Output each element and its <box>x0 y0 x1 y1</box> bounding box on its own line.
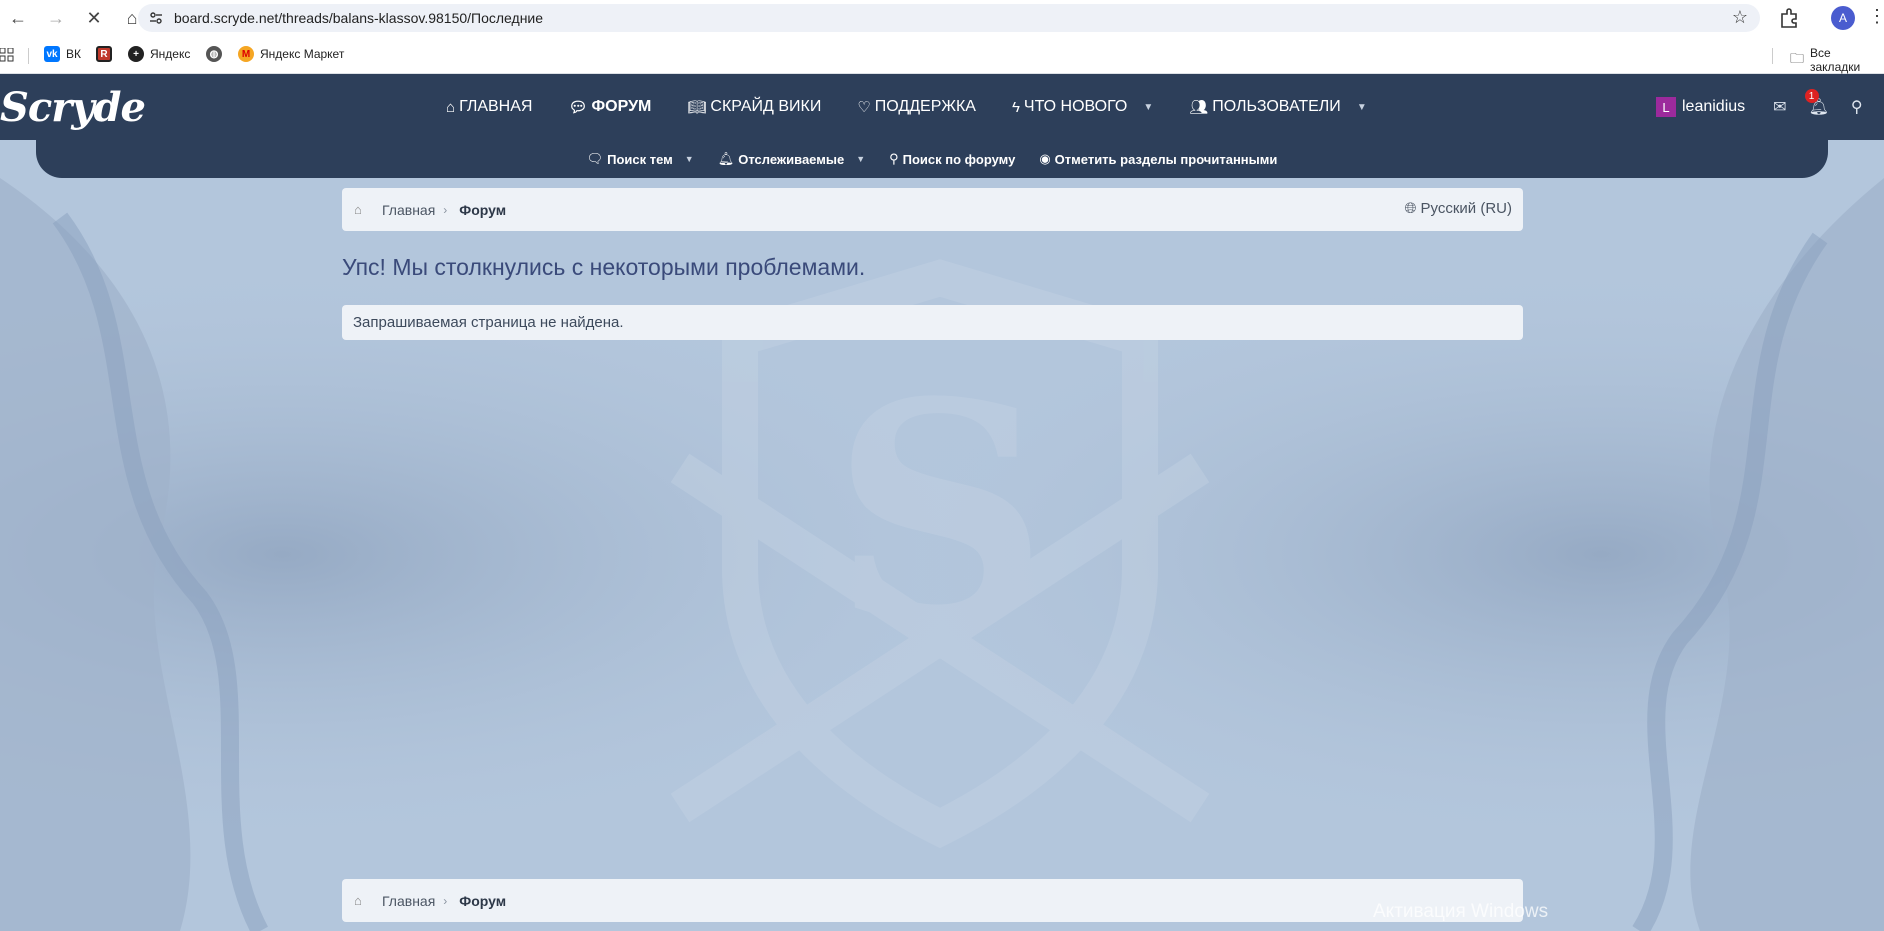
speech-icon: 🗨︎ <box>586 151 604 166</box>
extensions-icon[interactable] <box>1778 7 1800 29</box>
notification-badge: 1 <box>1804 89 1819 103</box>
apps-grid-icon[interactable] <box>0 48 14 62</box>
subnav-label: Отслеживаемые <box>738 151 845 167</box>
nav-support[interactable]: ♡ ПОДДЕРЖКА <box>857 98 976 116</box>
book-icon: 📖︎ <box>687 99 707 116</box>
nav-label: ПОЛЬЗОВАТЕЛИ <box>1212 98 1341 115</box>
background-illustration: S <box>0 178 1884 931</box>
bookmarks-bar: vk ВК R + Яндекс ◍ M Яндекс Маркет 🗀 Все… <box>0 36 1884 74</box>
address-bar[interactable]: board.scryde.net/threads/balans-klassov.… <box>138 4 1760 32</box>
site-header: Scryde ⌂ ГЛАВНАЯ 💬︎ ФОРУМ 📖︎ СКРАЙД ВИКИ ♡ П… <box>0 74 1884 140</box>
all-bookmarks-label: Все закладки <box>1810 46 1861 74</box>
error-message: Запрашиваемая страница не найдена. <box>342 305 1523 340</box>
yandex-market-icon: M <box>238 46 254 62</box>
users-icon: 👥︎ <box>1189 99 1209 116</box>
nav-label: ПОДДЕРЖКА <box>874 98 976 115</box>
home-icon[interactable]: ⌂ <box>354 893 370 908</box>
heart-icon: ♡ <box>857 99 871 116</box>
bookmark-globe[interactable]: ◍ <box>206 46 228 62</box>
nav-users[interactable]: 👥︎ ПОЛЬЗОВАТЕЛИ ▼ <box>1189 98 1366 116</box>
forward-icon[interactable]: → <box>38 0 74 36</box>
globe-icon: ◍ <box>206 46 222 62</box>
bookmark-yandex-market[interactable]: M Яндекс Маркет <box>238 46 344 62</box>
bookmark-label: Яндекс Маркет <box>260 47 345 61</box>
subnav-label: Отметить разделы прочитанными <box>1054 151 1278 167</box>
stop-icon[interactable]: ✕ <box>76 0 112 36</box>
breadcrumb-forum[interactable]: Форум <box>459 893 506 909</box>
home-icon[interactable]: ⌂ <box>354 202 370 217</box>
breadcrumb-bottom: ⌂ Главная › Форум <box>342 879 1523 922</box>
subnav-search-threads[interactable]: 🗨︎ Поиск тем ▼ <box>587 151 694 167</box>
sub-nav: 🗨︎ Поиск тем ▼ 🔔︎ Отслеживаемые ▼ ⚲ Поиск по … <box>36 140 1828 178</box>
chevron-down-icon[interactable]: ▼ <box>1143 102 1153 113</box>
bell-icon[interactable]: 🔔︎ 1 <box>1804 89 1829 117</box>
nav-label: ГЛАВНАЯ <box>459 98 533 115</box>
breadcrumb: ⌂ Главная › Форум 🌐︎ Русский (RU) <box>342 188 1523 231</box>
all-bookmarks[interactable]: 🗀 Все закладки <box>1790 46 1884 74</box>
language-label: Русский (RU) <box>1420 200 1512 217</box>
subnav-label: Поиск по форуму <box>902 151 1016 167</box>
bookmark-star-icon[interactable]: ☆ <box>1732 7 1748 28</box>
folder-icon: 🗀 <box>1790 50 1804 66</box>
chat-icon: 💬︎ <box>568 99 588 116</box>
subnav-watched[interactable]: 🔔︎ Отслеживаемые ▼ <box>718 151 865 167</box>
breadcrumb-forum[interactable]: Форум <box>459 202 506 218</box>
background-art: S <box>0 178 1884 931</box>
globe-icon: 🌐︎ <box>1404 200 1417 217</box>
site-logo[interactable]: Scryde <box>0 84 146 131</box>
username[interactable]: leanidius <box>1682 98 1745 116</box>
site-settings-icon[interactable] <box>148 10 164 26</box>
user-area: L leanidius ✉ 🔔︎ 1 ⚲ <box>1656 74 1884 140</box>
search-icon: ⚲ <box>889 151 899 166</box>
browser-toolbar: ← → ✕ ⌂ board.scryde.net/threads/balans-… <box>0 0 1884 36</box>
nav-label: ЧТО НОВОГО <box>1023 98 1128 115</box>
chevron-down-icon[interactable]: ▼ <box>685 154 694 164</box>
bookmark-label: ВК <box>66 47 81 61</box>
profile-avatar[interactable]: A <box>1831 6 1855 30</box>
subnav-mark-read[interactable]: ◉ Отметить разделы прочитанными <box>1039 151 1277 167</box>
ri-icon: R <box>96 46 112 62</box>
vk-icon: vk <box>44 46 60 62</box>
eye-slash-icon: ◉ <box>1039 151 1051 166</box>
kebab-menu-icon[interactable]: ⋮ <box>1868 6 1884 27</box>
breadcrumb-home[interactable]: Главная <box>382 202 435 218</box>
subnav-label: Поиск тем <box>607 151 673 167</box>
nav-label: ФОРУМ <box>591 98 652 115</box>
nav-whats-new[interactable]: ϟ ЧТО НОВОГО ▼ <box>1012 98 1153 116</box>
envelope-icon[interactable]: ✉ <box>1773 97 1786 117</box>
bookmark-yandex[interactable]: + Яндекс <box>128 46 190 62</box>
chevron-down-icon[interactable]: ▼ <box>1357 102 1367 113</box>
nav-forum[interactable]: 💬︎ ФОРУМ <box>568 98 651 116</box>
chevron-down-icon[interactable]: ▼ <box>856 154 865 164</box>
nav-label: СКРАЙД ВИКИ <box>710 98 822 115</box>
bell-icon: 🔔︎ <box>717 151 735 166</box>
language-selector[interactable]: 🌐︎ Русский (RU) <box>1405 200 1513 217</box>
yandex-plus-icon: + <box>128 46 144 62</box>
nav-wiki[interactable]: 📖︎ СКРАЙД ВИКИ <box>687 98 821 116</box>
windows-activation-watermark: Активация Windows <box>1373 901 1549 922</box>
main-nav: ⌂ ГЛАВНАЯ 💬︎ ФОРУМ 📖︎ СКРАЙД ВИКИ ♡ ПОДДЕРЖК… <box>446 74 1403 140</box>
breadcrumb-home[interactable]: Главная <box>382 893 435 909</box>
search-icon[interactable]: ⚲ <box>1851 97 1863 117</box>
chevron-right-icon: › <box>443 202 448 217</box>
nav-home[interactable]: ⌂ ГЛАВНАЯ <box>446 98 532 116</box>
back-icon[interactable]: ← <box>0 0 36 36</box>
bookmark-vk[interactable]: vk ВК <box>44 46 81 62</box>
bolt-icon: ϟ <box>1011 98 1020 116</box>
url-text: board.scryde.net/threads/balans-klassov.… <box>174 10 544 26</box>
chevron-right-icon: › <box>443 893 448 908</box>
home-icon: ⌂ <box>446 98 456 116</box>
subnav-search-forum[interactable]: ⚲ Поиск по форуму <box>889 151 1015 167</box>
bookmark-label: Яндекс <box>150 47 191 61</box>
page-title: Упс! Мы столкнулись с некоторыми проблем… <box>342 254 866 280</box>
avatar[interactable]: L <box>1656 97 1676 117</box>
bookmark-ri[interactable]: R <box>96 46 118 62</box>
